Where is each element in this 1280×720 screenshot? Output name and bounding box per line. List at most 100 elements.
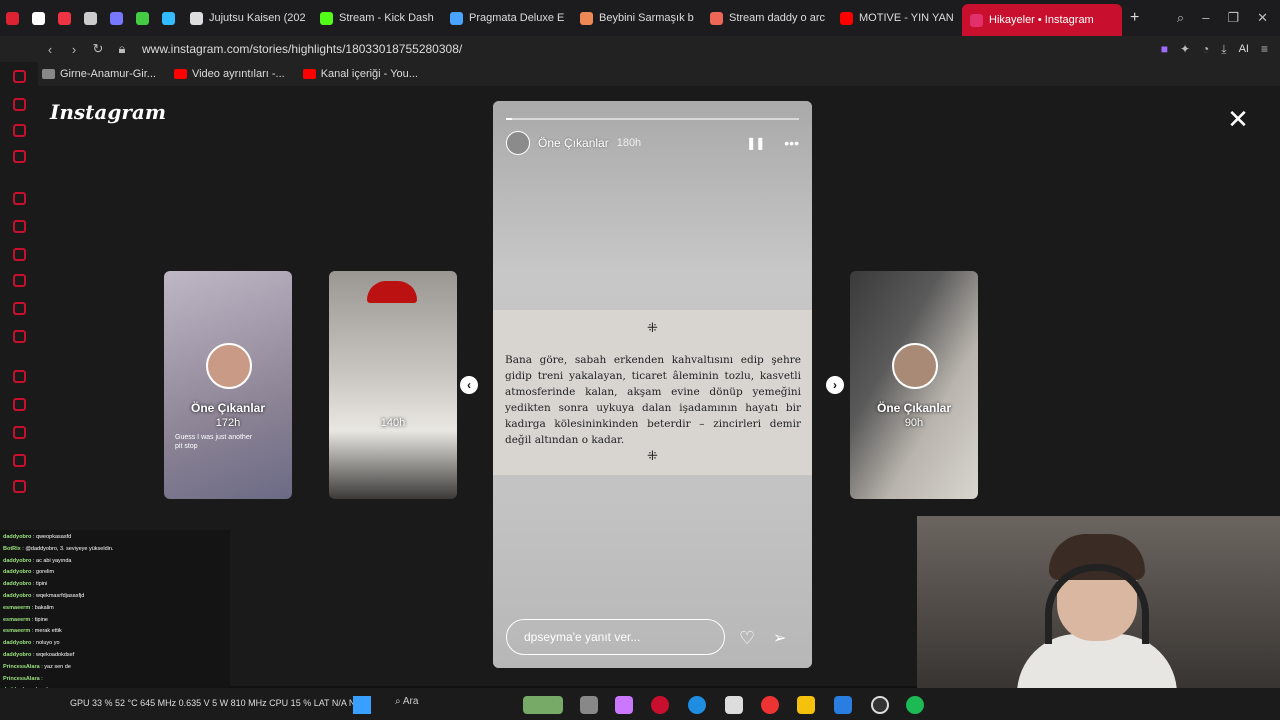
address-bar: ‹ › ↻ 🔒︎ www.instagram.com/stories/highl… [0, 36, 1280, 62]
heart-icon[interactable]: ♡ [739, 628, 755, 649]
sidebar-clock-icon[interactable] [13, 426, 26, 439]
tab-4[interactable] [104, 4, 130, 32]
sidebar-icon[interactable] [13, 150, 26, 163]
tab-jujutsu[interactable]: Jujutsu Kaisen (202 [182, 4, 312, 32]
taskbar-search[interactable]: ⌕ Ara [395, 696, 418, 707]
ai-button[interactable]: AI [1239, 43, 1249, 55]
tab-motive[interactable]: MOTIVE - YIN YAN [832, 4, 962, 32]
tab-6[interactable] [156, 4, 182, 32]
sidebar-history-icon[interactable] [13, 370, 26, 383]
story-thumbnail [329, 271, 457, 499]
story-author-avatar[interactable] [506, 131, 530, 155]
back-icon[interactable]: ‹ [38, 42, 62, 57]
bookmark-kanal[interactable]: Kanal içeriği - You... [302, 68, 418, 80]
tab-instagram[interactable]: Hikayeler • Instagram [962, 4, 1122, 36]
more-options-icon[interactable]: ••• [784, 135, 799, 151]
extension-icon[interactable]: ■ [1161, 42, 1168, 56]
taskbar-copilot-icon[interactable] [615, 696, 633, 714]
sidebar-cube-icon[interactable] [13, 454, 26, 467]
taskbar-folder-icon[interactable] [797, 696, 815, 714]
story-time: 172h [215, 417, 241, 429]
chat-username: esmaeerm [3, 616, 31, 623]
tab-5[interactable] [130, 4, 156, 32]
forward-icon[interactable]: › [62, 42, 86, 57]
minimize-icon[interactable]: – [1202, 10, 1209, 26]
sidebar-icon[interactable] [13, 98, 26, 111]
tab-1[interactable] [26, 4, 52, 32]
tab-3[interactable] [78, 4, 104, 32]
taskbar-app-icon[interactable] [834, 696, 852, 714]
bookmark-video[interactable]: Video ayrıntıları -... [173, 68, 285, 80]
next-story-button[interactable]: › [826, 376, 844, 394]
new-tab-button[interactable]: + [1122, 4, 1146, 32]
sidebar-aria-icon[interactable] [13, 70, 26, 83]
tab-favicon [190, 11, 203, 25]
book-quote: Bana göre, sabah erkenden kahvaltısını e… [505, 354, 801, 446]
story-time: 140h [380, 417, 406, 429]
tab-2[interactable] [52, 4, 78, 32]
taskbar-edge-icon[interactable] [688, 696, 706, 714]
search-tabs-icon[interactable]: ⌕ [1177, 10, 1184, 26]
chat-message: PrincessAlara : [3, 674, 227, 686]
youtube-icon [840, 11, 853, 25]
tab-stream-daddy[interactable]: Stream daddy o arc [702, 4, 832, 32]
kick-icon [320, 11, 333, 25]
side-story-left-1[interactable]: Öne Çıkanlar 172h Guess I was just anoth… [164, 271, 292, 499]
book-page-photo: ⁜ Bana göre, sabah erkenden kahvaltısını… [493, 310, 812, 475]
instagram-logo[interactable]: Instagram [50, 100, 166, 124]
sidebar-x-icon[interactable] [13, 302, 26, 315]
chat-text: : qweopkasasfd [31, 534, 72, 540]
chat-username: PrincessAlara [3, 675, 40, 682]
active-story[interactable]: Öne Çıkanlar 180h ❚❚ ••• ⁜ Bana göre, sa… [493, 101, 812, 668]
taskbar-widget-icon[interactable] [523, 696, 563, 714]
chat-text: : @daddyobro, 3. seviyeye yükseldin. [20, 545, 114, 552]
toolbar-right: ■ ✦ ◔ ⤓ AI ≡ [1161, 42, 1280, 57]
reload-icon[interactable]: ↻ [86, 41, 110, 57]
story-progress-fill [506, 118, 512, 120]
tab-0[interactable] [0, 4, 26, 32]
maximize-icon[interactable]: ❐ [1227, 10, 1239, 26]
close-story-button[interactable]: ✕ [1226, 106, 1250, 132]
sidebar-send-icon[interactable] [13, 398, 26, 411]
profile-icon[interactable]: ◔ [1202, 42, 1209, 56]
taskbar-search-label: Ara [402, 696, 419, 707]
reply-input[interactable]: dpseyma'e yanıt ver... [506, 619, 725, 655]
tab-favicon [162, 11, 175, 25]
download-icon[interactable]: ⤓ [1221, 42, 1226, 57]
tab-favicon [710, 11, 723, 25]
bookmark-label: Girne-Anamur-Gir... [60, 68, 156, 80]
chat-text: : wqekmasrfdjasasfjd [31, 592, 85, 599]
taskbar-opera-icon[interactable] [651, 696, 669, 714]
taskbar-chrome-icon[interactable] [761, 696, 779, 714]
sidebar-messenger-icon[interactable] [13, 220, 26, 233]
side-story-right-1[interactable]: Öne Çıkanlar 90h [850, 271, 978, 499]
taskbar-spotify-icon[interactable] [906, 696, 924, 714]
sidebar-whatsapp-icon[interactable] [13, 248, 26, 261]
tab-label: Stream daddy o arc [729, 12, 825, 24]
url-field[interactable]: www.instagram.com/stories/highlights/180… [142, 42, 462, 56]
chat-username: esmaeerm [3, 628, 31, 635]
tab-beybini[interactable]: Beybini Sarmaşık b [572, 4, 702, 32]
sidebar-discord-icon[interactable] [13, 330, 26, 343]
previous-story-button[interactable]: ‹ [460, 376, 478, 394]
chat-message: daddyobro : wqekoadokdsef [3, 650, 227, 662]
sidebar-instagram-icon[interactable] [13, 274, 26, 287]
close-window-icon[interactable]: ✕ [1257, 10, 1268, 26]
taskbar-steam-icon[interactable] [871, 696, 889, 714]
story-title[interactable]: Öne Çıkanlar [538, 136, 609, 150]
side-story-left-2[interactable]: 140h [329, 271, 457, 499]
taskbar-file-icon[interactable] [580, 696, 598, 714]
send-icon[interactable]: ➢ [773, 628, 786, 648]
bookmark-girne[interactable]: Girne-Anamur-Gir... [42, 68, 156, 80]
taskbar-store-icon[interactable] [725, 696, 743, 714]
windows-start-icon[interactable] [353, 696, 371, 714]
sidebar-twitch-icon[interactable] [13, 192, 26, 205]
sidebar-icon[interactable] [13, 124, 26, 137]
sidebar-settings-icon[interactable] [13, 480, 26, 493]
tab-kick[interactable]: Stream - Kick Dash [312, 4, 442, 32]
pause-icon[interactable]: ❚❚ [746, 136, 765, 150]
tab-pragmata[interactable]: Pragmata Deluxe E [442, 4, 572, 32]
bookmark-favicon [42, 69, 55, 79]
menu-icon[interactable]: ≡ [1261, 42, 1268, 56]
puzzle-icon[interactable]: ✦ [1180, 42, 1190, 56]
